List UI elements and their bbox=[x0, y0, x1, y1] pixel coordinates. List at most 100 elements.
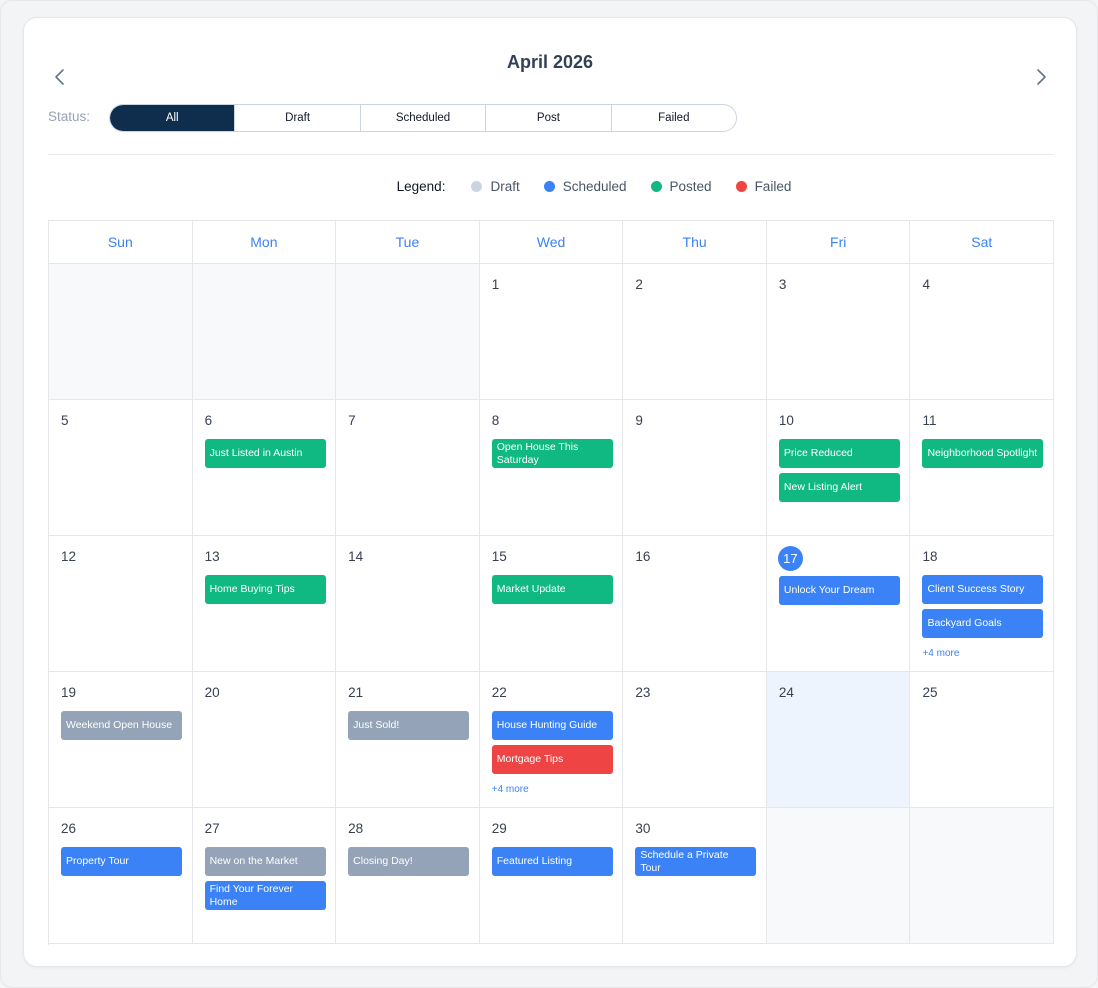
filter-post-button[interactable]: Post bbox=[485, 105, 610, 131]
weekday-header-row: Sun Mon Tue Wed Thu Fri Sat bbox=[49, 221, 1055, 264]
day-cell[interactable]: 9 bbox=[623, 400, 767, 536]
event-chip-scheduled[interactable]: House Hunting Guide bbox=[491, 711, 613, 740]
day-cell[interactable]: 20 bbox=[192, 672, 337, 808]
day-events: Market Update bbox=[491, 575, 613, 604]
day-cell[interactable]: 30 Schedule a Private Tour bbox=[623, 808, 767, 944]
event-chip-draft[interactable]: Weekend Open House bbox=[61, 711, 182, 740]
weekday-header: Mon bbox=[192, 221, 337, 264]
day-number: 20 bbox=[204, 685, 220, 700]
day-number: 7 bbox=[348, 413, 356, 428]
day-number: 23 bbox=[635, 685, 651, 700]
event-chip-scheduled[interactable]: Property Tour bbox=[61, 847, 182, 876]
filter-all-button[interactable]: All bbox=[110, 105, 235, 131]
legend-item-scheduled: Scheduled bbox=[543, 179, 627, 194]
day-cell[interactable]: 5 bbox=[49, 400, 193, 536]
day-events: Open House This Saturday bbox=[491, 439, 613, 468]
filter-failed-button[interactable]: Failed bbox=[610, 105, 736, 131]
next-month-button[interactable] bbox=[1029, 62, 1053, 92]
day-cell[interactable]: 21 Just Sold! bbox=[336, 672, 480, 808]
event-chip-scheduled[interactable]: Find Your Forever Home bbox=[204, 881, 326, 910]
event-chip-draft[interactable]: New on the Market bbox=[204, 847, 326, 876]
event-chip-posted[interactable]: Neighborhood Spotlight bbox=[922, 439, 1044, 468]
day-cell[interactable]: 22 House Hunting Guide Mortgage Tips +4 mor… bbox=[479, 672, 624, 808]
week-row: 26 Property Tour 27 New on the Market Find Y… bbox=[49, 808, 1055, 944]
day-number: 6 bbox=[204, 413, 213, 428]
day-cell[interactable]: 17 Unlock Your Dream bbox=[766, 536, 911, 672]
day-number: 9 bbox=[635, 413, 643, 428]
week-row: 5 6 Just Listed in Austin 7 8 Open House This… bbox=[49, 400, 1055, 536]
day-number: 13 bbox=[204, 549, 220, 564]
legend-item-draft: Draft bbox=[471, 179, 520, 194]
day-events: House Hunting Guide Mortgage Tips +4 more bbox=[491, 711, 613, 797]
day-number: 26 bbox=[61, 821, 77, 836]
event-chip-scheduled[interactable]: Client Success Story bbox=[922, 575, 1044, 604]
draft-dot-icon bbox=[471, 181, 483, 192]
filter-draft-button[interactable]: Draft bbox=[234, 105, 359, 131]
weeks-container: 1 2 3 4 5 6 Just Listed in Austin 7 8 Open House … bbox=[49, 264, 1055, 944]
empty-day-cell bbox=[766, 808, 911, 944]
event-chip-posted[interactable]: Just Listed in Austin bbox=[204, 439, 326, 468]
event-chip-scheduled[interactable]: Featured Listing bbox=[491, 847, 613, 876]
day-cell[interactable]: 7 bbox=[336, 400, 480, 536]
day-cell[interactable]: 4 bbox=[910, 264, 1055, 400]
day-number: 10 bbox=[778, 413, 794, 428]
day-number: 15 bbox=[491, 549, 507, 564]
day-cell[interactable]: 19 Weekend Open House bbox=[49, 672, 193, 808]
empty-day-cell bbox=[910, 808, 1055, 944]
day-cell[interactable]: 8 Open House This Saturday bbox=[479, 400, 624, 536]
week-row: 19 Weekend Open House 20 21 Just Sold! 22 Hous… bbox=[49, 672, 1055, 808]
day-cell[interactable]: 10 Price Reduced New Listing Alert bbox=[766, 400, 911, 536]
weekday-header: Fri bbox=[766, 221, 911, 264]
day-cell[interactable]: 12 bbox=[49, 536, 193, 672]
day-events: Schedule a Private Tour bbox=[635, 847, 757, 876]
day-cell[interactable]: 27 New on the Market Find Your Forever Hom… bbox=[192, 808, 337, 944]
day-cell[interactable]: 15 Market Update bbox=[479, 536, 624, 672]
day-cell[interactable]: 13 Home Buying Tips bbox=[192, 536, 337, 672]
calendar-card: April 2026 Status: All Draft Scheduled P… bbox=[23, 17, 1077, 967]
event-chip-posted[interactable]: New Listing Alert bbox=[778, 473, 900, 502]
day-number: 14 bbox=[348, 549, 364, 564]
empty-day-cell bbox=[49, 264, 193, 400]
day-events: Client Success Story Backyard Goals +4 mor… bbox=[922, 575, 1044, 661]
header-divider bbox=[48, 154, 1053, 155]
day-cell[interactable]: 23 bbox=[623, 672, 767, 808]
weekday-header: Tue bbox=[336, 221, 480, 264]
day-cell[interactable]: 28 Closing Day! bbox=[336, 808, 480, 944]
day-cell[interactable]: 24 bbox=[766, 672, 911, 808]
event-chip-failed[interactable]: Mortgage Tips bbox=[491, 745, 613, 774]
day-cell[interactable]: 16 bbox=[623, 536, 767, 672]
day-number: 18 bbox=[922, 549, 938, 564]
event-chip-posted[interactable]: Price Reduced bbox=[778, 439, 900, 468]
day-number: 28 bbox=[348, 821, 364, 836]
event-chip-posted[interactable]: Open House This Saturday bbox=[491, 439, 613, 468]
day-cell[interactable]: 11 Neighborhood Spotlight bbox=[910, 400, 1055, 536]
day-number: 5 bbox=[61, 413, 69, 428]
day-number: 30 bbox=[635, 821, 651, 836]
legend-label: Draft bbox=[490, 179, 520, 194]
day-cell[interactable]: 18 Client Success Story Backyard Goals +4 m… bbox=[910, 536, 1055, 672]
status-filter-label: Status: bbox=[48, 109, 91, 124]
day-cell[interactable]: 2 bbox=[623, 264, 767, 400]
event-chip-scheduled[interactable]: Schedule a Private Tour bbox=[635, 847, 757, 876]
more-events-link[interactable]: +4 more bbox=[922, 648, 959, 659]
day-cell[interactable]: 29 Featured Listing bbox=[479, 808, 624, 944]
legend-label: Failed bbox=[754, 179, 792, 194]
posted-dot-icon bbox=[650, 181, 662, 192]
day-number: 12 bbox=[61, 549, 77, 564]
day-cell[interactable]: 14 bbox=[336, 536, 480, 672]
event-chip-draft[interactable]: Just Sold! bbox=[348, 711, 470, 740]
day-cell[interactable]: 6 Just Listed in Austin bbox=[192, 400, 337, 536]
event-chip-posted[interactable]: Home Buying Tips bbox=[204, 575, 326, 604]
day-cell[interactable]: 25 bbox=[910, 672, 1055, 808]
more-events-link[interactable]: +4 more bbox=[492, 784, 529, 795]
event-chip-draft[interactable]: Closing Day! bbox=[348, 847, 470, 876]
day-cell[interactable]: 3 bbox=[766, 264, 911, 400]
day-cell[interactable]: 26 Property Tour bbox=[49, 808, 193, 944]
event-chip-scheduled[interactable]: Unlock Your Dream bbox=[778, 576, 900, 605]
day-cell[interactable]: 1 bbox=[479, 264, 624, 400]
event-chip-scheduled[interactable]: Backyard Goals bbox=[922, 609, 1044, 638]
day-number: 29 bbox=[491, 821, 507, 836]
event-chip-posted[interactable]: Market Update bbox=[491, 575, 613, 604]
filter-scheduled-button[interactable]: Scheduled bbox=[359, 105, 485, 131]
day-number: 2 bbox=[635, 277, 643, 292]
